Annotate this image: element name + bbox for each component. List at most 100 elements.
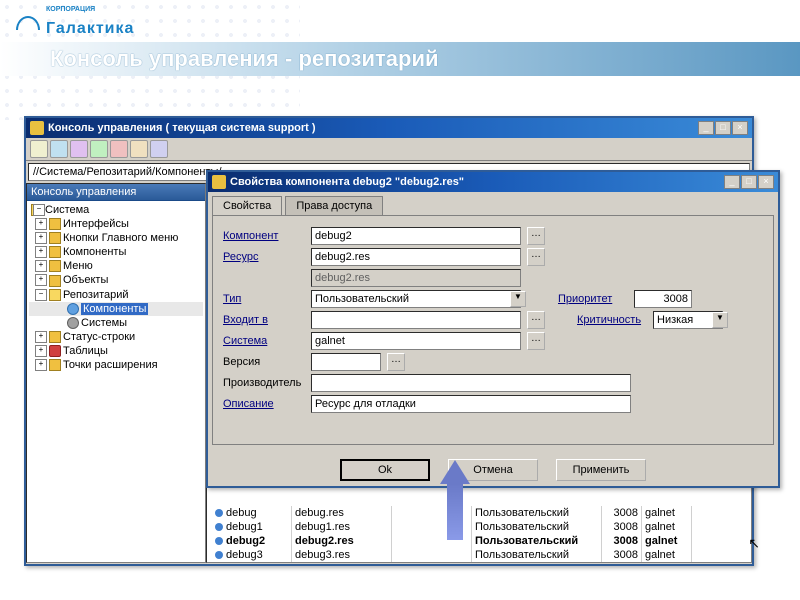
properties-dialog: Свойства компонента debug2 "debug2.res" …: [206, 170, 780, 488]
tree-item-label: Меню: [63, 260, 93, 272]
toolbar-icon-3[interactable]: [70, 140, 88, 158]
table-cell: Пользовательский: [472, 520, 602, 534]
tree-item-label: Кнопки Главного меню: [63, 232, 178, 244]
folder-icon: [49, 275, 61, 287]
label-crit: Критичность: [577, 314, 647, 326]
dialog-close-button[interactable]: ×: [758, 175, 774, 189]
table-cell: 3008: [602, 520, 642, 534]
folder-open-icon: [49, 289, 61, 301]
tree-item[interactable]: Кнопки Главного меню: [29, 231, 203, 245]
tree-item[interactable]: Точки расширения: [29, 358, 203, 372]
tab-properties[interactable]: Свойства: [212, 196, 282, 215]
apply-button[interactable]: Применить: [556, 459, 646, 481]
component-icon: [215, 509, 223, 517]
folder-icon: [49, 232, 61, 244]
tree-item[interactable]: Системы: [29, 316, 203, 330]
tree-header: Консоль управления: [27, 184, 205, 201]
label-descr: Описание: [223, 398, 305, 410]
input-version[interactable]: [311, 353, 381, 371]
table-cell: debug1: [212, 520, 292, 534]
tree-item-label: Статус-строки: [63, 331, 135, 343]
toolbar-icon-4[interactable]: [90, 140, 108, 158]
dialog-icon: [212, 175, 226, 189]
brand-name: Галактика: [46, 20, 134, 37]
tree-pane: Консоль управления СистемаИнтерфейсыКноп…: [26, 183, 206, 563]
tree-item[interactable]: Компоненты: [29, 245, 203, 259]
table-cell: debug3.res: [292, 548, 392, 562]
input-vendor[interactable]: [311, 374, 631, 392]
label-component: Компонент: [223, 230, 305, 242]
table-cell: [392, 548, 472, 562]
folder-icon: [49, 246, 61, 258]
browse-system-button[interactable]: …: [527, 332, 545, 350]
main-window-title: Консоль управления ( текущая система sup…: [48, 122, 694, 134]
main-titlebar[interactable]: Консоль управления ( текущая система sup…: [26, 118, 752, 138]
tab-access[interactable]: Права доступа: [285, 196, 383, 215]
table-cell: Пользовательский: [472, 506, 602, 520]
type-dropdown-icon[interactable]: ▼: [510, 291, 526, 307]
tree-item-label: Система: [45, 204, 89, 216]
label-resource: Ресурс: [223, 251, 305, 263]
table-cell: debug3: [212, 548, 292, 562]
table-row[interactable]: debugdebug.resПользовательский3008galnet: [212, 506, 750, 520]
table-row[interactable]: debug2debug2.resПользовательский3008galn…: [212, 534, 750, 548]
table-cell: debug2: [212, 534, 292, 548]
gear-icon: [67, 317, 79, 329]
tree-item[interactable]: Компоненты: [29, 302, 203, 316]
input-belongs[interactable]: [311, 311, 521, 329]
folder-icon: [49, 359, 61, 371]
tree-item[interactable]: Объекты: [29, 273, 203, 287]
dialog-titlebar[interactable]: Свойства компонента debug2 "debug2.res" …: [208, 172, 778, 192]
label-belongs: Входит в: [223, 314, 305, 326]
tree-item[interactable]: Меню: [29, 259, 203, 273]
dialog-minimize-button[interactable]: _: [724, 175, 740, 189]
table-cell: galnet: [642, 534, 692, 548]
toolbar-icon-1[interactable]: [30, 140, 48, 158]
crit-dropdown-icon[interactable]: ▼: [712, 312, 728, 328]
ok-button[interactable]: Ok: [340, 459, 430, 481]
tree-item-label: Компоненты: [63, 246, 126, 258]
minimize-button[interactable]: _: [698, 121, 714, 135]
folder-open-icon: [31, 204, 43, 216]
db-icon: [49, 345, 61, 357]
table-row[interactable]: debug3debug3.resПользовательский3008galn…: [212, 548, 750, 562]
dialog-maximize-button[interactable]: □: [741, 175, 757, 189]
table-cell: galnet: [642, 506, 692, 520]
tree-item[interactable]: Система: [29, 203, 203, 217]
folder-icon: [49, 218, 61, 230]
input-resource[interactable]: [311, 248, 521, 266]
table-cell: debug: [212, 506, 292, 520]
toolbar-icon-5[interactable]: [110, 140, 128, 158]
table-cell: debug1.res: [292, 520, 392, 534]
toolbar: [26, 138, 752, 161]
toolbar-icon-2[interactable]: [50, 140, 68, 158]
tree-item[interactable]: Репозитарий: [29, 288, 203, 302]
page-title: Консоль управления - репозитарий: [50, 46, 800, 72]
input-priority[interactable]: [634, 290, 692, 308]
browse-resource-button[interactable]: …: [527, 248, 545, 266]
input-component[interactable]: [311, 227, 521, 245]
label-type: Тип: [223, 293, 305, 305]
browse-component-button[interactable]: …: [527, 227, 545, 245]
select-type[interactable]: [311, 290, 521, 308]
table-cell: Пользовательский: [472, 534, 602, 548]
folder-icon: [49, 260, 61, 272]
table-row[interactable]: debug1debug1.resПользовательский3008galn…: [212, 520, 750, 534]
input-descr[interactable]: [311, 395, 631, 413]
input-system[interactable]: [311, 332, 521, 350]
brand-logo: КОРПОРАЦИЯ Галактика: [16, 8, 784, 38]
browse-version-button[interactable]: …: [387, 353, 405, 371]
tree-item[interactable]: Интерфейсы: [29, 217, 203, 231]
table-cell: debug.res: [292, 506, 392, 520]
details-grid: debugdebug.res Пользовательский3008galnet…: [212, 506, 750, 562]
tree-item[interactable]: Статус-строки: [29, 330, 203, 344]
toolbar-icon-6[interactable]: [130, 140, 148, 158]
arrow-annotation: [440, 460, 470, 540]
toolbar-icon-7[interactable]: [150, 140, 168, 158]
tree-item-label: Точки расширения: [63, 359, 158, 371]
tree-item[interactable]: Таблицы: [29, 344, 203, 358]
maximize-button[interactable]: □: [715, 121, 731, 135]
browse-belongs-button[interactable]: …: [527, 311, 545, 329]
label-vendor: Производитель: [223, 377, 305, 389]
close-button[interactable]: ×: [732, 121, 748, 135]
